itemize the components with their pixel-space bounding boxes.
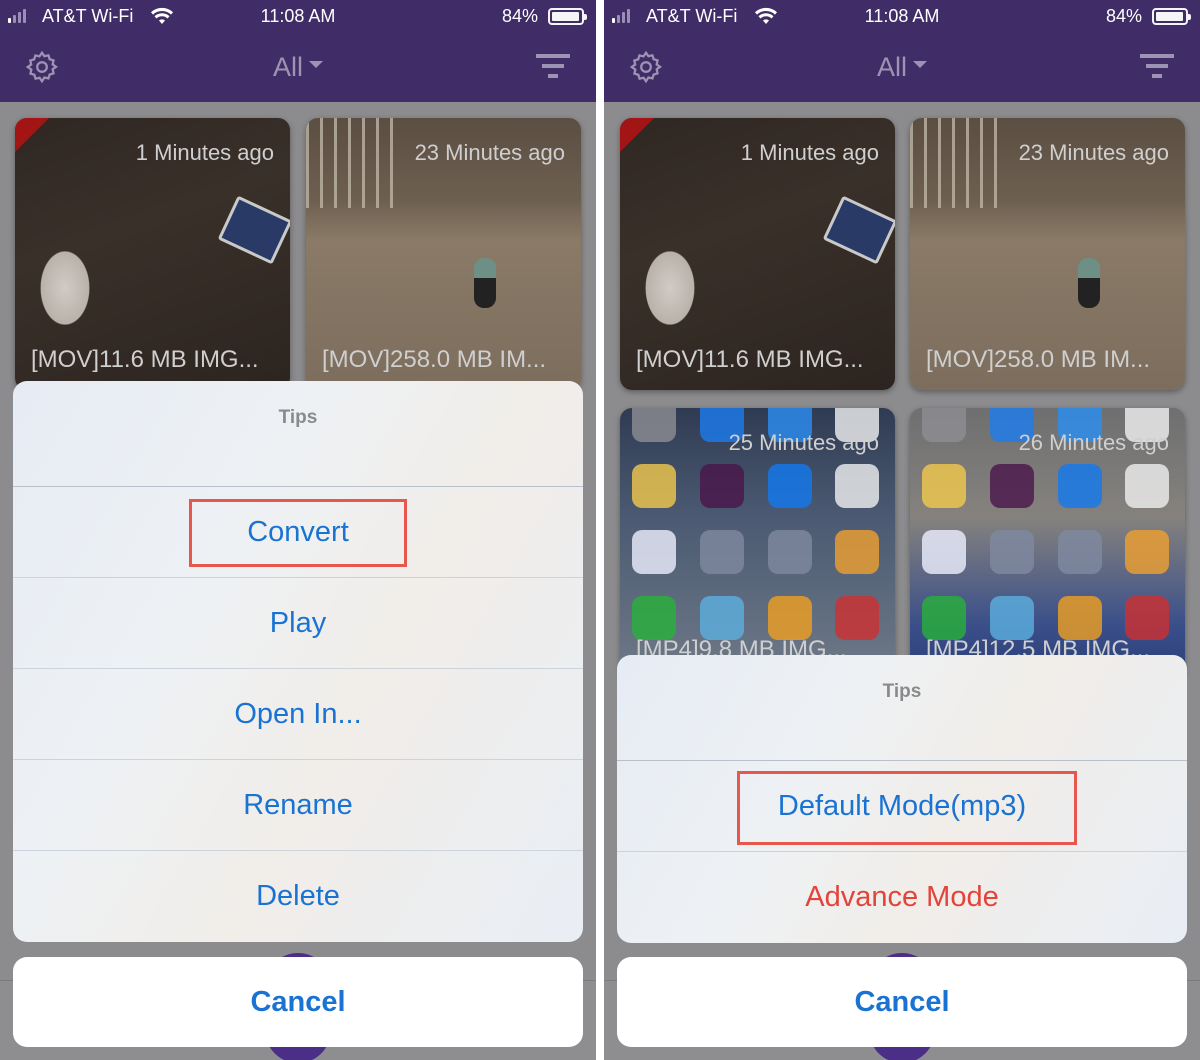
action-sheet: Tips Convert Play Open In... Rename Dele… [13, 381, 583, 942]
filter-label: All [272, 52, 303, 82]
media-caption: [MOV]258.0 MB IM... [322, 346, 547, 373]
option-label: Advance Mode [805, 881, 999, 913]
filter-dropdown[interactable]: All [0, 52, 596, 83]
rename-option[interactable]: Rename [13, 760, 583, 851]
option-label: Play [269, 606, 327, 639]
phone-screen-right: AT&T Wi-Fi 11:08 AM 84% All 1 Minutes ag… [604, 0, 1200, 1060]
battery-percent: 84% [1105, 6, 1142, 26]
time-ago: 25 Minutes ago [728, 430, 879, 455]
new-badge [15, 118, 49, 152]
media-caption: [MOV]11.6 MB IMG... [636, 346, 864, 373]
option-label: Delete [256, 880, 340, 912]
delete-option[interactable]: Delete [13, 851, 583, 942]
status-bar: AT&T Wi-Fi 11:08 AM 84% [604, 0, 1200, 34]
open-in-option[interactable]: Open In... [13, 669, 583, 760]
battery-percent: 84% [501, 6, 538, 26]
convert-option[interactable]: Convert [13, 487, 583, 578]
filter-lines-icon[interactable] [536, 52, 570, 80]
top-bar: AT&T Wi-Fi 11:08 AM 84% All [0, 0, 596, 102]
option-label: Rename [243, 788, 353, 821]
action-sheet-title: Tips [13, 381, 583, 487]
side-by-side-screenshots: AT&T Wi-Fi 11:08 AM 84% All 1 Minutes ag… [0, 0, 1200, 1060]
filter-lines-icon[interactable] [1140, 52, 1174, 80]
nav-bar: All [604, 34, 1200, 102]
media-card[interactable]: 26 Minutes ago [MP4]12.5 MB IMG... [910, 408, 1185, 680]
cancel-button[interactable]: Cancel [13, 957, 583, 1047]
media-caption: [MOV]11.6 MB IMG... [31, 346, 259, 373]
new-badge [620, 118, 654, 152]
media-card[interactable]: 25 Minutes ago [MP4]9.8 MB IMG... [620, 408, 895, 680]
filter-dropdown[interactable]: All [604, 52, 1200, 83]
battery-icon [548, 8, 587, 25]
battery-icon [1152, 8, 1191, 25]
play-option[interactable]: Play [13, 578, 583, 669]
media-card[interactable]: 1 Minutes ago [MOV]11.6 MB IMG... [620, 118, 895, 390]
time-ago: 26 Minutes ago [1018, 430, 1169, 455]
option-label: Open In... [234, 697, 362, 730]
highlight-box [737, 771, 1077, 845]
action-sheet: Tips Default Mode(mp3) Advance Mode [617, 655, 1187, 943]
caret-down-icon [913, 61, 927, 69]
action-sheet-title: Tips [617, 655, 1187, 761]
time-ago: 23 Minutes ago [414, 140, 565, 165]
time-ago: 1 Minutes ago [135, 140, 274, 165]
phone-screen-left: AT&T Wi-Fi 11:08 AM 84% All 1 Minutes ag… [0, 0, 596, 1060]
media-card[interactable]: 1 Minutes ago [MOV]11.6 MB IMG... [15, 118, 290, 390]
default-mode-option[interactable]: Default Mode(mp3) [617, 761, 1187, 852]
caret-down-icon [309, 61, 323, 69]
media-caption: [MOV]258.0 MB IM... [926, 346, 1151, 373]
top-bar: AT&T Wi-Fi 11:08 AM 84% All [604, 0, 1200, 102]
cancel-button[interactable]: Cancel [617, 957, 1187, 1047]
media-card[interactable]: 23 Minutes ago [MOV]258.0 MB IM... [306, 118, 581, 390]
advance-mode-option[interactable]: Advance Mode [617, 852, 1187, 943]
time-ago: 23 Minutes ago [1018, 140, 1169, 165]
status-bar: AT&T Wi-Fi 11:08 AM 84% [0, 0, 596, 34]
filter-label: All [876, 52, 907, 82]
nav-bar: All [0, 34, 596, 102]
time-ago: 1 Minutes ago [740, 140, 879, 165]
media-card[interactable]: 23 Minutes ago [MOV]258.0 MB IM... [910, 118, 1185, 390]
highlight-box [189, 499, 407, 567]
